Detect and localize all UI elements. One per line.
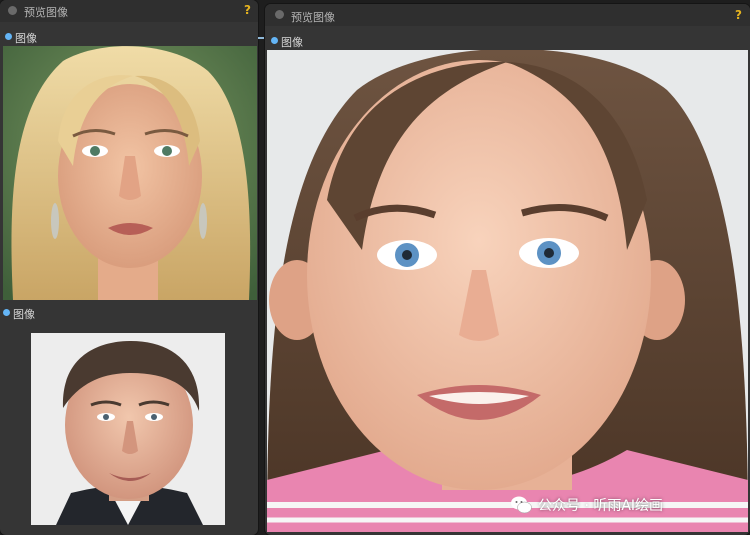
node-title: 预览图像 — [291, 11, 335, 24]
collapse-dot-icon[interactable] — [275, 10, 284, 19]
wechat-icon — [510, 495, 532, 515]
preview-image-woman[interactable] — [3, 46, 257, 300]
watermark-text: 公众号 · 听雨AI绘画 — [538, 498, 664, 514]
preview-image-man[interactable] — [31, 333, 225, 525]
slot-dot-icon — [3, 309, 10, 316]
woman-photo-graphic — [3, 46, 257, 300]
man-photo-graphic — [31, 333, 225, 525]
node-title: 预览图像 — [24, 6, 68, 19]
help-icon[interactable]: ? — [244, 3, 251, 17]
slot-label: 图像 — [281, 36, 303, 49]
output-slot-image-2[interactable]: 图像 — [3, 305, 63, 321]
slot-label: 图像 — [13, 308, 35, 321]
node-header[interactable]: 预览图像 ? — [0, 0, 258, 22]
watermark: 公众号 · 听雨AI绘画 — [510, 494, 663, 516]
preview-image-girl[interactable] — [267, 50, 748, 532]
slot-dot-icon — [5, 33, 12, 40]
preview-node-right[interactable]: 预览图像 ? 图像 — [265, 4, 750, 535]
input-slot-image[interactable]: 图像 — [271, 33, 331, 49]
node-header[interactable]: 预览图像 ? — [265, 4, 750, 26]
collapse-dot-icon[interactable] — [8, 6, 17, 15]
preview-node-left[interactable]: 预览图像 ? 图像 图像 — [0, 0, 258, 535]
output-slot-image-1[interactable]: 图像 — [5, 29, 65, 45]
slot-label: 图像 — [15, 32, 37, 45]
help-icon[interactable]: ? — [735, 8, 742, 22]
slot-dot-icon — [271, 37, 278, 44]
girl-photo-graphic — [267, 50, 748, 532]
